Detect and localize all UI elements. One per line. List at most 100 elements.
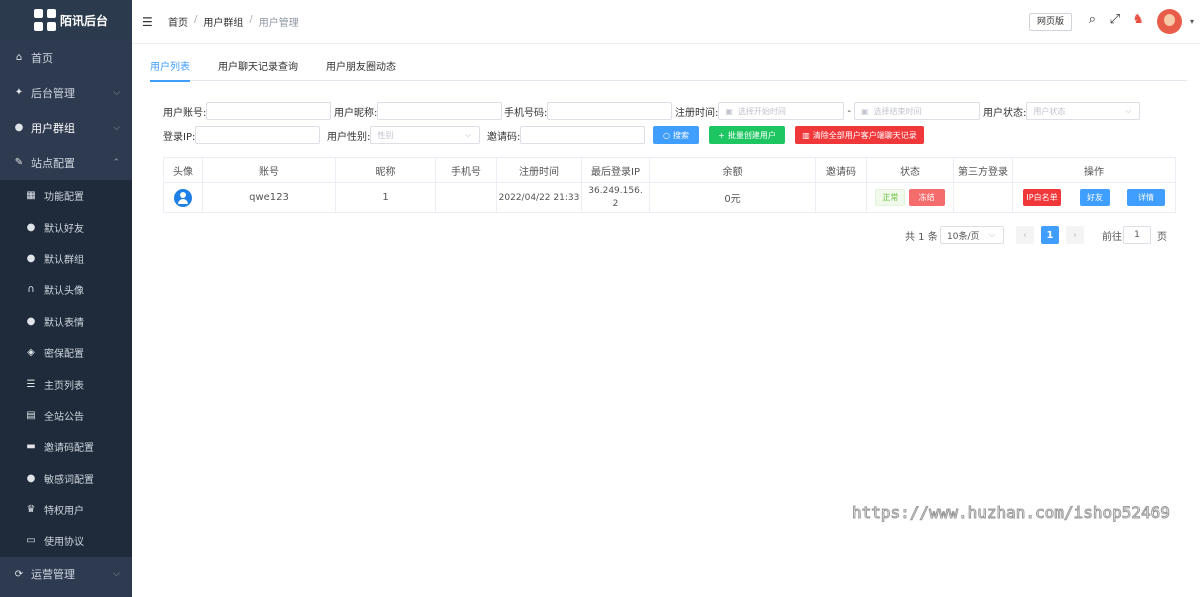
balance-cell: 0元 xyxy=(649,182,816,213)
gender-label: 用户性别: xyxy=(327,131,371,143)
account-label: 用户账号: xyxy=(163,107,207,119)
sidebar-item-vip-users[interactable]: ♛ 特权用户 xyxy=(0,494,132,525)
web-version-button[interactable]: 网页版 xyxy=(1029,13,1072,31)
tab-user-list[interactable]: 用户列表 xyxy=(150,60,190,82)
gender-select[interactable]: 性别 ⌵ xyxy=(370,126,481,144)
sidebar-item-terms[interactable]: ▭ 使用协议 xyxy=(0,525,132,556)
sidebar-item-label: 全站公告 xyxy=(44,411,84,423)
breadcrumb-separator: / xyxy=(194,14,198,25)
nickname-cell: 1 xyxy=(335,182,436,213)
status-select[interactable]: 用户状态 ⌵ xyxy=(1026,102,1141,120)
friends-button[interactable]: 好友 xyxy=(1080,189,1110,206)
page-size-select[interactable]: 10条/页 ⌵ xyxy=(940,226,1004,244)
freeze-button[interactable]: 冻结 xyxy=(908,189,945,206)
start-date-input[interactable]: ▣ 选择开始时间 xyxy=(718,102,845,120)
search-button-label: 搜索 xyxy=(672,130,689,140)
batch-create-button[interactable]: + 批量创建用户 xyxy=(709,126,785,144)
shield-icon: ◈ xyxy=(27,347,35,359)
total-count: 共 1 条 xyxy=(905,231,938,243)
sidebar-item-site-config[interactable]: ✎ 站点配置 ⌃ xyxy=(0,145,132,180)
details-button[interactable]: 详情 xyxy=(1127,189,1165,206)
add-user-icon: ● xyxy=(26,221,36,233)
sidebar-item-label: 用户群组 xyxy=(31,121,75,135)
sidebar-item-label: 运营管理 xyxy=(31,568,75,582)
column-header: 余额 xyxy=(649,157,816,183)
column-header: 手机号 xyxy=(435,157,497,183)
calendar-icon: ▣ xyxy=(725,106,733,116)
sidebar-item-home[interactable]: ⌂ 首页 xyxy=(0,40,132,75)
sidebar-item-home-list[interactable]: ☰ 主页列表 xyxy=(0,368,132,399)
goto-page-input[interactable]: 1 xyxy=(1123,226,1151,244)
account-input[interactable] xyxy=(206,102,332,120)
sidebar-item-default-friends[interactable]: ● 默认好友 xyxy=(0,211,132,242)
page-number-current[interactable]: 1 xyxy=(1041,226,1059,244)
sidebar-item-label: 默认表情 xyxy=(44,317,84,329)
sidebar-item-sensitive-words[interactable]: ● 敏感词配置 xyxy=(0,463,132,494)
tab-moments[interactable]: 用户朋友圈动态 xyxy=(326,60,396,81)
tab-chat-records[interactable]: 用户聊天记录查询 xyxy=(218,60,298,81)
nickname-input[interactable] xyxy=(377,102,503,120)
sidebar-item-admin[interactable]: ✦ 后台管理 ⌵ xyxy=(0,75,132,110)
caret-down-icon[interactable]: ▾ xyxy=(1190,17,1194,26)
clear-chat-button[interactable]: ▥ 清除全部用户客户端聊天记录 xyxy=(795,126,924,144)
column-header: 昵称 xyxy=(335,157,436,183)
sidebar-item-label: 主页列表 xyxy=(44,380,84,392)
column-header: 邀请码 xyxy=(815,157,867,183)
breadcrumb: 首页 / 用户群组 / 用户管理 xyxy=(168,14,299,29)
table-header-row: 头像 账号 昵称 手机号 注册时间 最后登录IP 余额 邀请码 状态 第三方登录… xyxy=(163,157,1176,183)
sidebar-item-user-groups[interactable]: ● 用户群组 ⌵ xyxy=(0,110,132,145)
money-bag-icon[interactable]: ♞ xyxy=(1132,12,1144,27)
ip-input[interactable] xyxy=(195,126,321,144)
breadcrumb-home[interactable]: 首页 xyxy=(168,14,188,29)
sidebar-item-default-groups[interactable]: ● 默认群组 xyxy=(0,243,132,274)
phone-label: 手机号码: xyxy=(504,107,548,119)
ip-whitelist-button[interactable]: IP白名单 xyxy=(1023,189,1061,206)
sidebar-item-function-config[interactable]: ▦ 功能配置 xyxy=(0,180,132,211)
logo-icon xyxy=(34,9,56,31)
sidebar-item-default-emoji[interactable]: ● 默认表情 xyxy=(0,306,132,337)
search-icon[interactable]: ⌕ xyxy=(1089,12,1096,27)
fullscreen-icon[interactable]: ⤢ xyxy=(1110,12,1120,27)
wrench-icon: ✎ xyxy=(14,157,24,168)
sidebar-item-operations[interactable]: ⟳ 运营管理 ⌵ xyxy=(0,557,132,592)
goto-label: 前往 xyxy=(1102,231,1122,243)
clear-chat-label: 清除全部用户客户端聊天记录 xyxy=(812,130,917,140)
headset-icon: ∩ xyxy=(27,284,35,296)
next-page-button[interactable]: › xyxy=(1066,226,1084,244)
sidebar-item-security-config[interactable]: ◈ 密保配置 xyxy=(0,337,132,368)
phone-input[interactable] xyxy=(547,102,673,120)
message-icon: ▬ xyxy=(26,441,36,453)
gear-icon: ✦ xyxy=(14,87,24,98)
end-date-placeholder: 选择结束时间 xyxy=(873,106,922,116)
prev-page-button[interactable]: ‹ xyxy=(1016,226,1034,244)
avatar-cell xyxy=(163,182,203,213)
status-cell: 正常 冻结 xyxy=(866,182,954,213)
home-icon: ⌂ xyxy=(15,52,23,63)
status-placeholder: 用户状态 xyxy=(1033,106,1066,116)
notice-icon: ▤ xyxy=(26,409,36,421)
sidebar-item-announcement[interactable]: ▤ 全站公告 xyxy=(0,400,132,431)
chevron-down-icon: ⌵ xyxy=(113,87,120,98)
ip-label: 登录IP: xyxy=(163,131,196,143)
breadcrumb-user-groups[interactable]: 用户群组 xyxy=(203,14,243,29)
operation-icon: ⟳ xyxy=(14,568,24,580)
sidebar-item-default-avatar[interactable]: ∩ 默认头像 xyxy=(0,274,132,305)
nickname-label: 用户昵称: xyxy=(334,107,378,119)
sidebar-item-label: 后台管理 xyxy=(31,86,75,100)
sidebar-item-invite-config[interactable]: ▬ 邀请码配置 xyxy=(0,431,132,462)
menu-fold-icon[interactable]: ☰ xyxy=(142,15,158,29)
sidebar-item-label: 敏感词配置 xyxy=(44,474,94,486)
user-avatar-icon[interactable] xyxy=(174,188,192,207)
avatar[interactable] xyxy=(1157,9,1182,34)
list-icon: ☰ xyxy=(26,378,36,390)
chevron-down-icon: ⌵ xyxy=(988,230,995,239)
top-header: ☰ 首页 / 用户群组 / 用户管理 网页版 ⌕ ⤢ ♞ ▾ xyxy=(132,0,1200,44)
sidebar-item-label: 首页 xyxy=(31,51,53,65)
column-header: 第三方登录 xyxy=(953,157,1013,183)
table-row: qwe123 1 2022/04/22 21:33 36.249.156.2 0… xyxy=(163,182,1176,213)
invite-input[interactable] xyxy=(520,126,646,144)
search-button[interactable]: ○ 搜索 xyxy=(653,126,699,144)
app-logo[interactable]: 陌讯后台 xyxy=(0,0,132,40)
sidebar-item-label: 默认头像 xyxy=(44,286,84,298)
end-date-input[interactable]: ▣ 选择结束时间 xyxy=(853,102,980,120)
